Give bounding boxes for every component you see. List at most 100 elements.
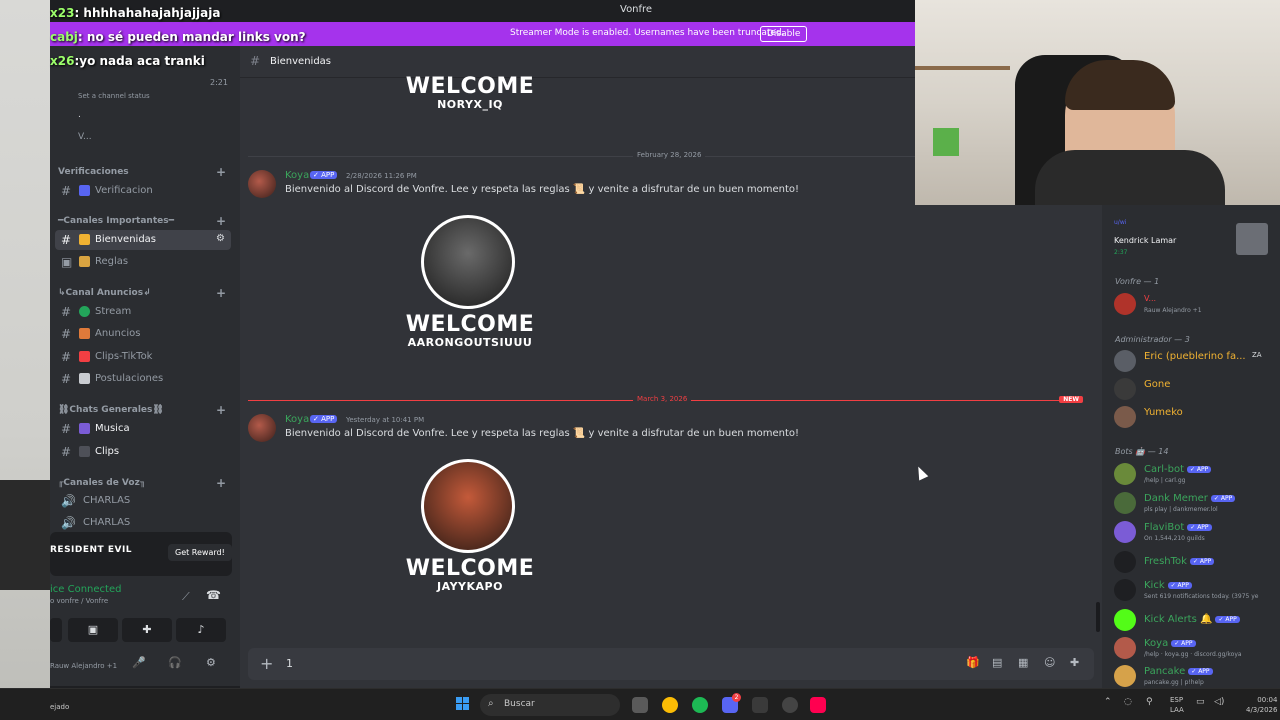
category-canales-de-voz[interactable]: ╓Canales de Voz╖ + [58, 476, 226, 490]
settings-gear-icon[interactable]: ⚙ [216, 233, 225, 244]
taskbar-weather-text[interactable]: ejado [50, 703, 69, 711]
windows-start-icon[interactable] [456, 697, 470, 711]
gift-icon[interactable]: 🎁 [966, 656, 980, 669]
message-author[interactable]: Koya [285, 414, 309, 425]
category-label: ↳Canal Anuncios↲ [58, 288, 151, 298]
disconnect-icon[interactable]: ☎ [206, 588, 221, 602]
welcome-avatar-image [421, 215, 515, 309]
network-icon[interactable]: ▭ [1196, 697, 1205, 707]
hash-icon: # [61, 327, 72, 341]
headphones-icon[interactable]: 🎧 [168, 656, 182, 669]
scrollbar[interactable] [1096, 602, 1100, 632]
user-settings-icon[interactable]: ⚙ [206, 656, 216, 669]
tiktok-icon[interactable] [810, 697, 826, 713]
voice-channel-charlas[interactable]: 🔊 CHARLAS [55, 513, 231, 533]
hash-icon: # [61, 305, 72, 319]
soundboard-icon[interactable]: ♪ [176, 618, 226, 642]
upload-plus-icon[interactable]: + [260, 654, 273, 673]
channel-stream[interactable]: # Stream [55, 302, 231, 322]
bot-item[interactable]: Carl-bot ✓ APP/help | carl.gg [1114, 461, 1278, 487]
member-item[interactable]: Gone [1114, 376, 1278, 402]
gif-icon[interactable]: ▤ [992, 656, 1002, 669]
app-icon[interactable] [752, 697, 768, 713]
screen: Vonfre Streamer Mode is enabled. Usernam… [0, 0, 1280, 720]
wave-icon [79, 234, 90, 245]
sticker-icon[interactable]: ▦ [1018, 656, 1028, 669]
chrome-icon[interactable] [662, 697, 678, 713]
taskbar-search[interactable]: ⌕ Buscar [480, 694, 620, 716]
add-channel-icon[interactable]: + [216, 476, 226, 490]
voice-member[interactable]: V... [78, 132, 92, 142]
tray-icon[interactable]: ⚲ [1146, 697, 1153, 707]
member-item[interactable]: V... Rauw Alejandro +1 [1114, 291, 1278, 317]
avatar[interactable] [248, 414, 276, 442]
member-item[interactable]: Yumeko [1114, 404, 1278, 430]
add-channel-icon[interactable]: + [216, 403, 226, 417]
channel-anuncios[interactable]: # Anuncios [55, 324, 231, 344]
clock[interactable]: 00:04 4/3/2026 [1246, 695, 1277, 715]
channel-bienvenidas[interactable]: # Bienvenidas ⚙ [55, 230, 231, 250]
member-name: Yumeko [1144, 407, 1183, 418]
add-channel-icon[interactable]: + [216, 165, 226, 179]
channel-verificacion[interactable]: # Verificacion [55, 181, 231, 201]
channel-title: Bienvenidas [270, 56, 332, 67]
bot-item[interactable]: FlaviBot ✓ APP On 1,544,210 guilds [1114, 519, 1278, 545]
streamer-hoodie [1035, 150, 1225, 205]
tray-chevron-icon[interactable]: ⌃ [1104, 697, 1112, 707]
noise-suppression-icon[interactable]: ⟋ [182, 590, 190, 604]
message-input[interactable]: 1 [286, 657, 293, 670]
member-group-label: Bots 🤖 — 14 [1115, 447, 1169, 456]
category-importantes[interactable]: ━Canales Importantes━ + [58, 214, 226, 228]
file-explorer-icon[interactable] [632, 697, 648, 713]
tray-icon[interactable]: ◌ [1124, 697, 1132, 707]
bot-item[interactable]: Koya ✓ APP/help · koya.gg · discord.gg/ko… [1114, 635, 1278, 661]
emoji-icon[interactable]: ☺ [1044, 656, 1055, 669]
chat-user: cabj [50, 30, 78, 44]
member-item[interactable]: Eric (pueblerino fa... ZA [1114, 348, 1278, 374]
now-playing-card[interactable]: u/wi Kendrick Lamar 2:37 [1114, 219, 1278, 256]
message-author[interactable]: Koya [285, 170, 309, 181]
category-verificaciones[interactable]: Verificaciones + [58, 165, 226, 179]
voice-location[interactable]: o vonfre / Vonfre [50, 597, 232, 605]
bot-item[interactable]: Pancake ✓ APP pancake.gg | p!help [1114, 663, 1278, 689]
volume-icon[interactable]: ◁) [1214, 697, 1224, 707]
spotify-icon[interactable] [692, 697, 708, 713]
guild-tag: ZA [1252, 351, 1262, 359]
bot-item[interactable]: FreshTok ✓ APP [1114, 549, 1278, 575]
bot-item[interactable]: Kick ✓ APP Sent 619 notifications today. (… [1114, 577, 1278, 603]
avatar[interactable] [248, 170, 276, 198]
message-text: Bienvenido al Discord de Vonfre. Lee y r… [285, 428, 800, 439]
channel-musica[interactable]: # Musica [55, 419, 231, 439]
voice-member[interactable]: . [78, 110, 81, 120]
get-reward-button[interactable]: Get Reward! [168, 544, 232, 561]
hash-icon: # [61, 422, 72, 436]
channel-postulaciones[interactable]: # Postulaciones [55, 369, 231, 389]
category-anuncios[interactable]: ↳Canal Anuncios↲ + [58, 286, 226, 300]
apps-icon[interactable]: ✚ [1070, 656, 1079, 669]
category-chats-generales[interactable]: ⛓Chats Generales⛓ + [58, 403, 226, 417]
channel-clips[interactable]: # Clips [55, 442, 231, 462]
megaphone-icon [79, 328, 90, 339]
disable-streamer-mode-button[interactable]: Disable [760, 26, 808, 42]
avatar [1114, 378, 1136, 400]
welcome-title: WELCOME [405, 556, 535, 581]
app-icon[interactable] [782, 697, 798, 713]
avatar [1114, 579, 1136, 601]
language-layout: LAA [1170, 706, 1184, 714]
add-channel-icon[interactable]: + [216, 286, 226, 300]
voice-status-placeholder[interactable]: Set a channel status [78, 92, 150, 100]
bot-item[interactable]: Dank Memer ✓ APP pls play | dankmemer.lol [1114, 490, 1278, 516]
camera-button[interactable] [50, 618, 62, 642]
screen-share-icon[interactable]: ▣ [68, 618, 118, 642]
language-indicator[interactable]: ESP LAA [1170, 695, 1184, 715]
activities-icon[interactable]: ✚ [122, 618, 172, 642]
chat-text: : no sé pueden mandar links von? [77, 30, 306, 44]
bot-item[interactable]: Kick Alerts 🔔 ✓ APP [1114, 607, 1278, 633]
message-composer[interactable]: + 1 🎁 ▤ ▦ ☺ ✚ [248, 648, 1094, 680]
microphone-icon[interactable]: 🎤 [132, 656, 146, 669]
channel-clips-tiktok[interactable]: # Clips-TikTok [55, 347, 231, 367]
channel-reglas[interactable]: ▣ Reglas [55, 252, 231, 272]
channel-label: Stream [95, 306, 132, 317]
add-channel-icon[interactable]: + [216, 214, 226, 228]
voice-channel-charlas[interactable]: 🔊 CHARLAS [55, 491, 231, 511]
